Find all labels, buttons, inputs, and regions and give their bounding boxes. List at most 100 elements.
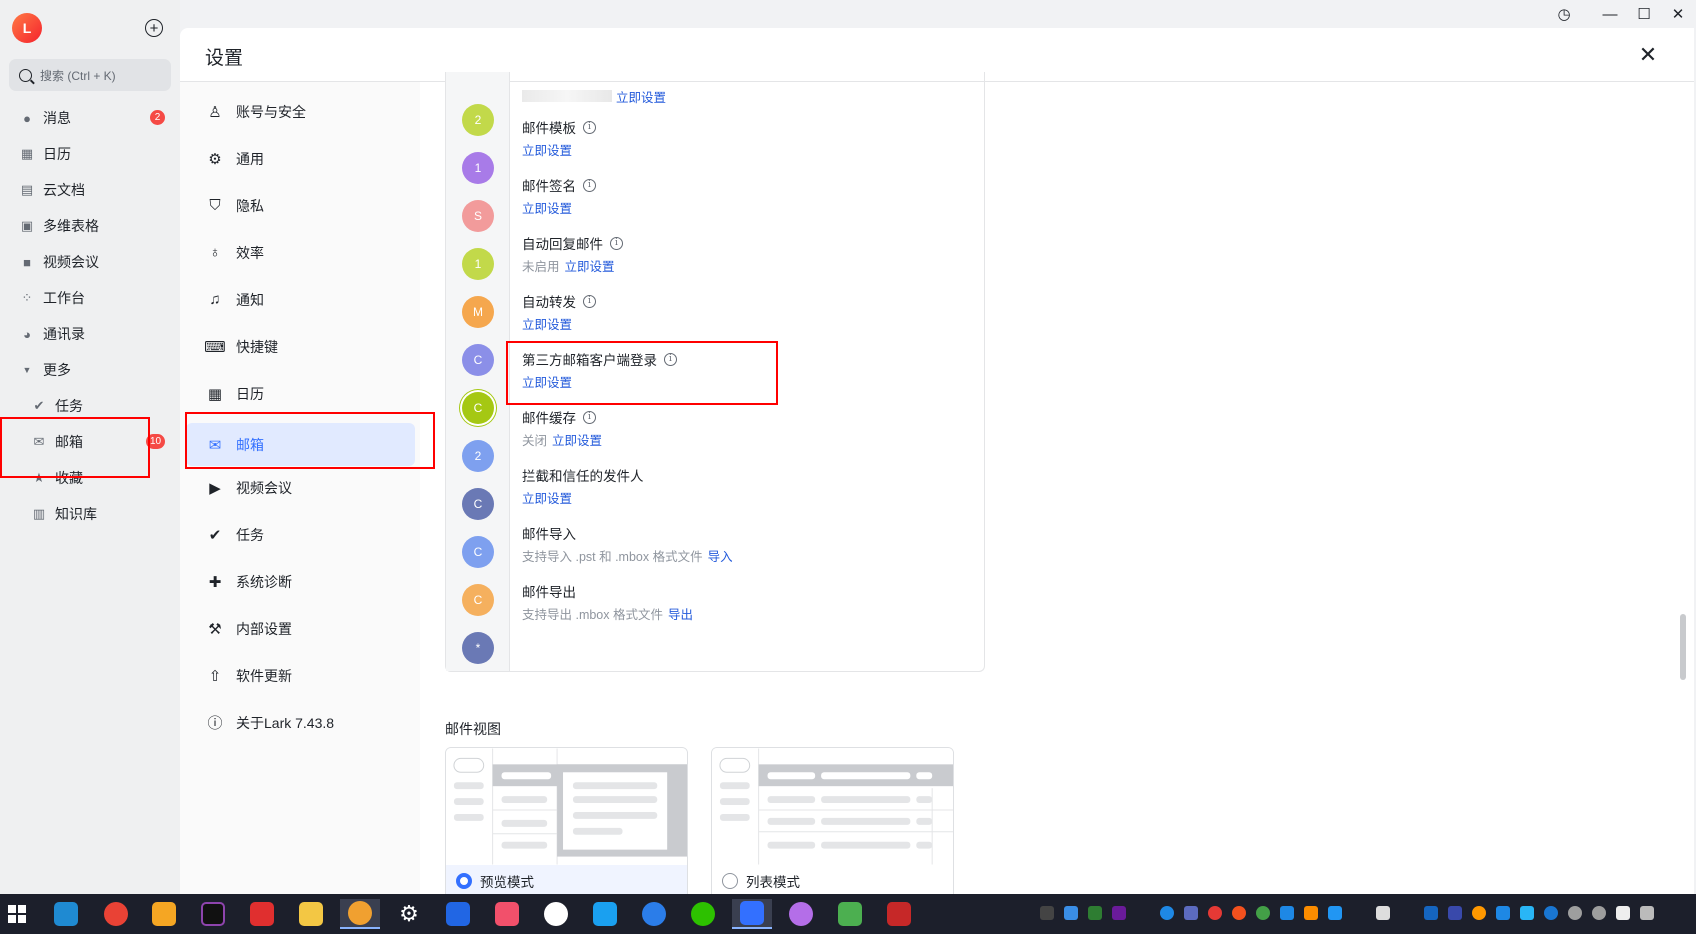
- menu-item-privacy[interactable]: ⛉ 隐私: [186, 184, 415, 227]
- wechat-icon[interactable]: [683, 899, 723, 929]
- nav-item-messages[interactable]: ● 消息: [19, 105, 71, 131]
- info-icon[interactable]: i: [583, 410, 596, 424]
- account-avatar[interactable]: 1: [462, 152, 494, 184]
- menu-item-diagnose[interactable]: ✚ 系统诊断: [186, 560, 415, 603]
- nav-item-wiki[interactable]: ▥ 知识库: [31, 501, 97, 527]
- menu-item-update[interactable]: ⇧ 软件更新: [186, 654, 415, 697]
- setup-link[interactable]: 立即设置: [522, 198, 572, 217]
- gear-icon[interactable]: ⚙: [389, 899, 429, 929]
- tray-icon[interactable]: [1160, 906, 1174, 920]
- account-avatar[interactable]: C: [462, 344, 494, 376]
- app-icon[interactable]: [144, 899, 184, 929]
- tray-icon[interactable]: [1088, 906, 1102, 920]
- account-avatar[interactable]: 2: [462, 440, 494, 472]
- nav-item-mail[interactable]: ✉ 邮箱: [31, 429, 83, 455]
- tray-icon[interactable]: [1280, 906, 1294, 920]
- info-icon[interactable]: i: [583, 294, 596, 308]
- tray-icon[interactable]: [1520, 906, 1534, 920]
- account-avatar[interactable]: C: [462, 488, 494, 520]
- tray-icon[interactable]: [1592, 906, 1606, 920]
- tray-icon[interactable]: [1496, 906, 1510, 920]
- menu-item-calendar[interactable]: ▦ 日历: [186, 372, 415, 415]
- setup-link[interactable]: 立即设置: [522, 488, 572, 507]
- tray-icon[interactable]: [1304, 906, 1318, 920]
- user-avatar[interactable]: L: [12, 13, 42, 43]
- app-icon[interactable]: [830, 899, 870, 929]
- folder-icon[interactable]: [291, 899, 331, 929]
- setup-link[interactable]: 立即设置: [552, 430, 602, 449]
- account-avatar[interactable]: M: [462, 296, 494, 328]
- nav-item-task[interactable]: ✔ 任务: [31, 393, 83, 419]
- tray-icon[interactable]: [1256, 906, 1270, 920]
- nav-item-base[interactable]: ▣ 多维表格: [19, 213, 99, 239]
- tray-icon[interactable]: [1112, 906, 1126, 920]
- tray-icon[interactable]: [1184, 906, 1198, 920]
- view-option-list[interactable]: 列表模式: [711, 747, 954, 894]
- nav-item-docs[interactable]: ▤ 云文档: [19, 177, 85, 203]
- tray-icon[interactable]: [1616, 906, 1630, 920]
- setup-link[interactable]: 立即设置: [616, 87, 666, 106]
- goland-icon[interactable]: [193, 899, 233, 929]
- tray-icon[interactable]: [1208, 906, 1222, 920]
- account-avatar[interactable]: S: [462, 200, 494, 232]
- account-avatar[interactable]: C: [462, 584, 494, 616]
- vscode-icon[interactable]: [46, 899, 86, 929]
- app-icon[interactable]: [340, 899, 380, 929]
- menu-item-internal[interactable]: ⚒ 内部设置: [186, 607, 415, 650]
- info-icon[interactable]: i: [664, 352, 677, 366]
- app-icon[interactable]: [781, 899, 821, 929]
- import-link[interactable]: 导入: [708, 546, 733, 565]
- nav-item-contacts[interactable]: ◕ 通讯录: [19, 321, 85, 347]
- nav-item-more[interactable]: ▼ 更多: [19, 357, 71, 383]
- info-icon[interactable]: i: [610, 236, 623, 250]
- tray-icon[interactable]: [1232, 906, 1246, 920]
- chrome-icon[interactable]: [96, 899, 136, 929]
- add-icon[interactable]: +: [145, 19, 163, 37]
- app-icon[interactable]: [634, 899, 674, 929]
- account-avatar-selected[interactable]: C: [462, 392, 494, 424]
- app-icon[interactable]: [536, 899, 576, 929]
- tray-icon[interactable]: [1472, 906, 1486, 920]
- account-avatar[interactable]: 1: [462, 248, 494, 280]
- nav-item-workplace[interactable]: ⁘ 工作台: [19, 285, 85, 311]
- tray-icon[interactable]: [1544, 906, 1558, 920]
- menu-item-video[interactable]: ▶ 视频会议: [186, 466, 415, 509]
- tray-icon[interactable]: [1328, 906, 1342, 920]
- start-icon[interactable]: [8, 905, 26, 923]
- menu-item-general[interactable]: ⚙ 通用: [186, 137, 415, 180]
- app-icon[interactable]: [585, 899, 625, 929]
- setup-link[interactable]: 立即设置: [565, 256, 615, 275]
- tray-icon[interactable]: [1448, 906, 1462, 920]
- menu-item-shortcuts[interactable]: ⌨ 快捷键: [186, 325, 415, 368]
- account-avatar[interactable]: *: [462, 632, 494, 664]
- tray-icon[interactable]: [1424, 906, 1438, 920]
- close-icon[interactable]: ✕: [1638, 44, 1658, 66]
- scrollbar[interactable]: [1680, 614, 1686, 680]
- menu-item-efficiency[interactable]: ♁ 效率: [186, 231, 415, 274]
- app-icon[interactable]: [487, 899, 527, 929]
- history-icon[interactable]: ◷: [1552, 4, 1576, 24]
- radio-selected[interactable]: [456, 873, 472, 889]
- account-avatar[interactable]: C: [462, 536, 494, 568]
- minimize-button[interactable]: —: [1598, 4, 1622, 24]
- menu-item-account[interactable]: ♙ 账号与安全: [186, 90, 415, 133]
- tray-icon[interactable]: [1064, 906, 1078, 920]
- info-icon[interactable]: i: [583, 120, 596, 134]
- account-avatar[interactable]: 2: [462, 104, 494, 136]
- info-icon[interactable]: i: [583, 178, 596, 192]
- search-input[interactable]: 搜索 (Ctrl + K): [9, 59, 171, 91]
- maximize-button[interactable]: ☐: [1632, 4, 1656, 24]
- nav-item-favorites[interactable]: ★ 收藏: [31, 465, 83, 491]
- tray-icon[interactable]: [1376, 906, 1390, 920]
- menu-item-about[interactable]: ⓘ 关于Lark 7.43.8: [186, 701, 415, 744]
- lark-icon[interactable]: [732, 899, 772, 929]
- nav-item-video[interactable]: ■ 视频会议: [19, 249, 99, 275]
- menu-item-notifications[interactable]: ♫ 通知: [186, 278, 415, 321]
- window-close-button[interactable]: ✕: [1666, 4, 1690, 24]
- menu-item-task[interactable]: ✔ 任务: [186, 513, 415, 556]
- menu-item-mail[interactable]: ✉ 邮箱: [186, 423, 415, 466]
- nav-item-calendar[interactable]: ▦ 日历: [19, 141, 71, 167]
- export-link[interactable]: 导出: [668, 604, 693, 623]
- tray-icon[interactable]: [1640, 906, 1654, 920]
- app-icon[interactable]: [879, 899, 919, 929]
